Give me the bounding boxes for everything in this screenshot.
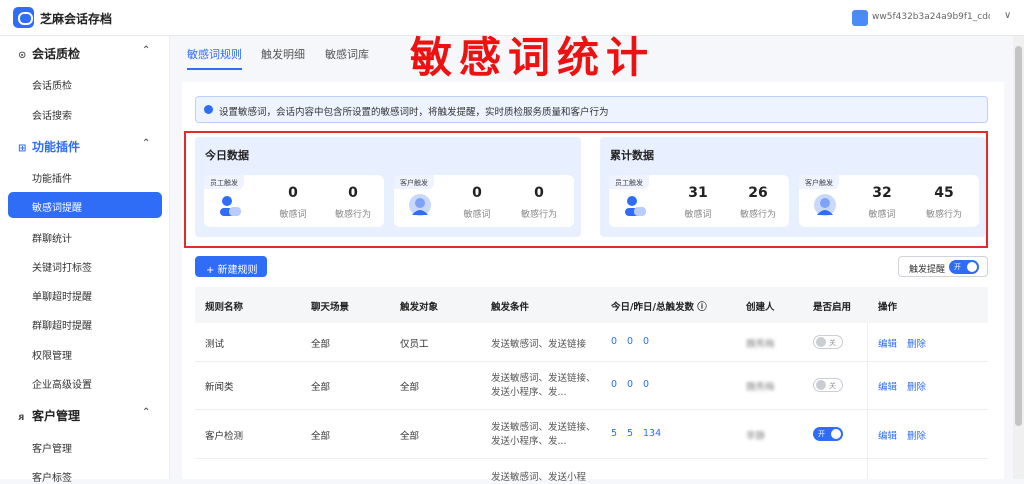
trigger-remind-control: 触发提醒 开 <box>898 256 988 277</box>
yesterday-count[interactable]: 0 <box>627 336 633 347</box>
table-row: 发送敏感词、发送小程 <box>195 459 988 483</box>
info-icon <box>204 105 213 114</box>
col-scene: 聊天场景 <box>311 302 350 313</box>
sidebar-item-single-timeout[interactable]: 单聊超时提醒 <box>32 288 92 303</box>
sidebar-item-customer-manage[interactable]: 客户管理 <box>32 440 72 455</box>
enable-toggle[interactable]: 开 <box>813 427 843 441</box>
total-count[interactable]: 134 <box>643 428 661 439</box>
creator: 李静 <box>746 431 766 442</box>
today-count[interactable]: 5 <box>611 428 617 439</box>
new-rule-button[interactable]: + 新建规则 <box>195 256 267 277</box>
table-row: 客户检测 全部 全部 发送敏感词、发送链接、发送小程序、发... 5 5 134… <box>195 410 988 459</box>
grid-icon: ⊞ <box>18 143 27 154</box>
sidebar: ⊙ 会话质检 ⌃ 会话质检 会话搜索 ⊞ 功能插件 ⌃ 功能插件 敏感词提醒 群聊统计 … <box>0 36 170 484</box>
sidebar-item-search[interactable]: 会话搜索 <box>32 107 72 122</box>
col-condition: 触发条件 <box>491 302 530 313</box>
user-avatar[interactable] <box>852 10 868 26</box>
col-actions: 操作 <box>878 302 898 313</box>
condition: 发送敏感词、发送小程 <box>491 472 587 483</box>
trigger-remind-toggle[interactable]: 开 <box>949 260 979 274</box>
today-count[interactable]: 0 <box>611 379 617 390</box>
col-rule-name: 规则名称 <box>205 302 244 313</box>
edit-link[interactable]: 编辑 <box>878 379 897 393</box>
scene: 全部 <box>311 339 331 350</box>
delete-link[interactable]: 删除 <box>907 336 926 350</box>
rule-name: 新闻类 <box>205 382 234 393</box>
app-logo-icon <box>13 7 34 28</box>
tab-trigger-details[interactable]: 触发明细 <box>261 46 305 62</box>
notice-text: 设置敏感词，会话内容中包含所设置的敏感词时，将触发提醒，实时质检服务质量和客户行… <box>219 107 609 118</box>
table-header: 规则名称 聊天场景 触发对象 触发条件 今日/昨日/总触发数 ⓘ 创建人 是否启… <box>195 287 988 323</box>
tab-word-library[interactable]: 敏感词库 <box>325 46 369 62</box>
total-count[interactable]: 0 <box>643 379 649 390</box>
username[interactable]: ww5f432b3a24a9b9f1_cdcd-go <box>872 12 990 22</box>
sidebar-item-group-stats[interactable]: 群聊统计 <box>32 230 72 245</box>
condition: 发送敏感词、发送链接、发送小程序、发... <box>491 373 596 398</box>
sidebar-group-inspection[interactable]: ⊙ 会话质检 ⌃ <box>18 45 150 62</box>
col-enabled: 是否启用 <box>813 302 852 313</box>
yesterday-count[interactable]: 5 <box>627 428 633 439</box>
chat-icon: ⊙ <box>18 50 27 61</box>
target: 全部 <box>400 431 420 442</box>
app-title: 芝麻会话存档 <box>40 12 113 26</box>
user-icon: ᴙ <box>18 412 25 423</box>
delete-link[interactable]: 删除 <box>907 379 926 393</box>
enable-toggle[interactable]: 关 <box>813 378 843 392</box>
col-target: 触发对象 <box>400 302 439 313</box>
rule-name: 客户检测 <box>205 431 244 442</box>
scrollbar[interactable] <box>1013 36 1024 479</box>
sidebar-item-group-timeout[interactable]: 群聊超时提醒 <box>32 317 92 332</box>
today-count[interactable]: 0 <box>611 336 617 347</box>
table-row: 测试 全部 仅员工 发送敏感词、发送链接 0 0 0 魏秀梅 关 编辑 删除 <box>195 323 988 362</box>
overlay-title: 敏感词统计 <box>410 33 656 82</box>
sidebar-group-plugins[interactable]: ⊞ 功能插件 ⌃ <box>18 138 150 155</box>
trigger-remind-label: 触发提醒 <box>909 265 946 275</box>
chevron-up-icon[interactable]: ⌃ <box>142 45 150 56</box>
sidebar-item-plugins[interactable]: 功能插件 <box>32 170 72 185</box>
scrollbar-thumb[interactable] <box>1015 46 1022 426</box>
sidebar-item-keyword-tags[interactable]: 关键词打标签 <box>32 259 92 274</box>
chevron-up-icon[interactable]: ⌃ <box>142 407 150 418</box>
scene: 全部 <box>311 431 331 442</box>
notice-banner: 设置敏感词，会话内容中包含所设置的敏感词时，将触发提醒，实时质检服务质量和客户行… <box>195 96 988 123</box>
sidebar-item-advanced[interactable]: 企业高级设置 <box>32 376 92 391</box>
col-trigger-count: 今日/昨日/总触发数 ⓘ <box>611 302 707 313</box>
rule-name: 测试 <box>205 339 225 350</box>
sidebar-item-inspection[interactable]: 会话质检 <box>32 77 72 92</box>
sidebar-item-customer-tags[interactable]: 客户标签 <box>32 469 72 484</box>
enable-toggle[interactable]: 关 <box>813 335 843 349</box>
tab-active-indicator <box>187 68 242 70</box>
condition: 发送敏感词、发送链接 <box>491 339 587 350</box>
total-count[interactable]: 0 <box>643 336 649 347</box>
creator: 魏秀梅 <box>746 382 775 393</box>
condition: 发送敏感词、发送链接、发送小程序、发... <box>491 422 596 447</box>
sidebar-item-sensitive-words[interactable]: 敏感词提醒 <box>8 192 162 218</box>
chevron-down-icon[interactable]: ∨ <box>1004 10 1011 21</box>
chevron-up-icon[interactable]: ⌃ <box>142 138 150 149</box>
tab-rules[interactable]: 敏感词规则 <box>187 46 242 62</box>
sidebar-group-customers[interactable]: ᴙ 客户管理 ⌃ <box>18 407 150 424</box>
yesterday-count[interactable]: 0 <box>627 379 633 390</box>
delete-link[interactable]: 删除 <box>907 428 926 442</box>
edit-link[interactable]: 编辑 <box>878 336 897 350</box>
sidebar-item-permissions[interactable]: 权限管理 <box>32 347 72 362</box>
table-row: 新闻类 全部 全部 发送敏感词、发送链接、发送小程序、发... 0 0 0 魏秀… <box>195 362 988 410</box>
edit-link[interactable]: 编辑 <box>878 428 897 442</box>
target: 仅员工 <box>400 339 429 350</box>
creator: 魏秀梅 <box>746 339 775 350</box>
scene: 全部 <box>311 382 331 393</box>
target: 全部 <box>400 382 420 393</box>
highlight-frame <box>184 131 988 248</box>
col-creator: 创建人 <box>746 302 775 313</box>
